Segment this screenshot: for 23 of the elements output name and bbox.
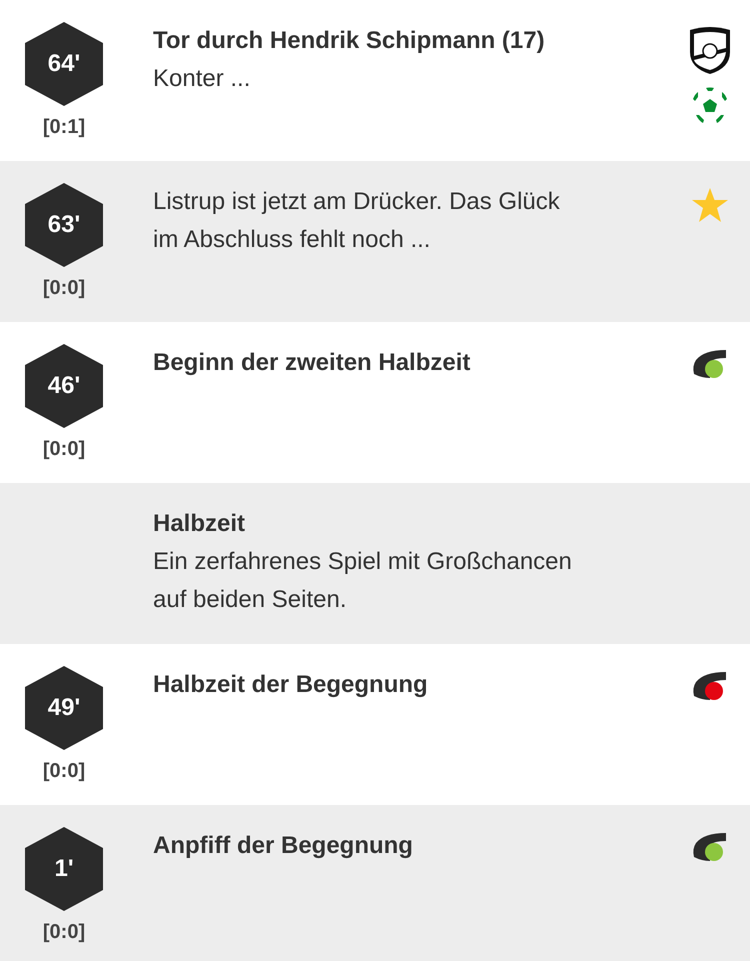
soccer-ball-icon	[690, 86, 730, 126]
event-text: Konter ...	[153, 64, 252, 94]
whistle-icon	[692, 831, 728, 863]
event-title: Halbzeit der Begegnung	[153, 670, 429, 700]
score-text: [0:0]	[42, 276, 86, 301]
minute-badge: 64'	[25, 22, 103, 106]
whistle-icon	[692, 348, 728, 380]
minute-badge: 1'	[25, 827, 103, 911]
score-text: [0:0]	[42, 759, 86, 784]
minute-badge: 46'	[25, 344, 103, 428]
score-text: [0:0]	[42, 437, 86, 462]
event-title: Halbzeit	[153, 509, 246, 539]
minute-badge: 49'	[25, 666, 103, 750]
event-text: Listrup ist jetzt am Drücker. Das Glück im Abschluss fehlt noch ...	[153, 187, 561, 255]
event-title: Beginn der zweiten Halbzeit	[153, 348, 472, 378]
whistle-icon	[692, 670, 728, 702]
event-title: Tor durch Hendrik Schipmann (17)	[153, 26, 546, 56]
score-text: [0:0]	[42, 920, 86, 945]
event-text: Ein zerfahrenes Spiel mit Großchancen auf beiden Seiten.	[153, 547, 573, 615]
event-title: Anpfiff der Begegnung	[153, 831, 414, 861]
score-text: [0:1]	[42, 115, 86, 140]
minute-badge: 63'	[25, 183, 103, 267]
star-icon	[691, 187, 729, 223]
